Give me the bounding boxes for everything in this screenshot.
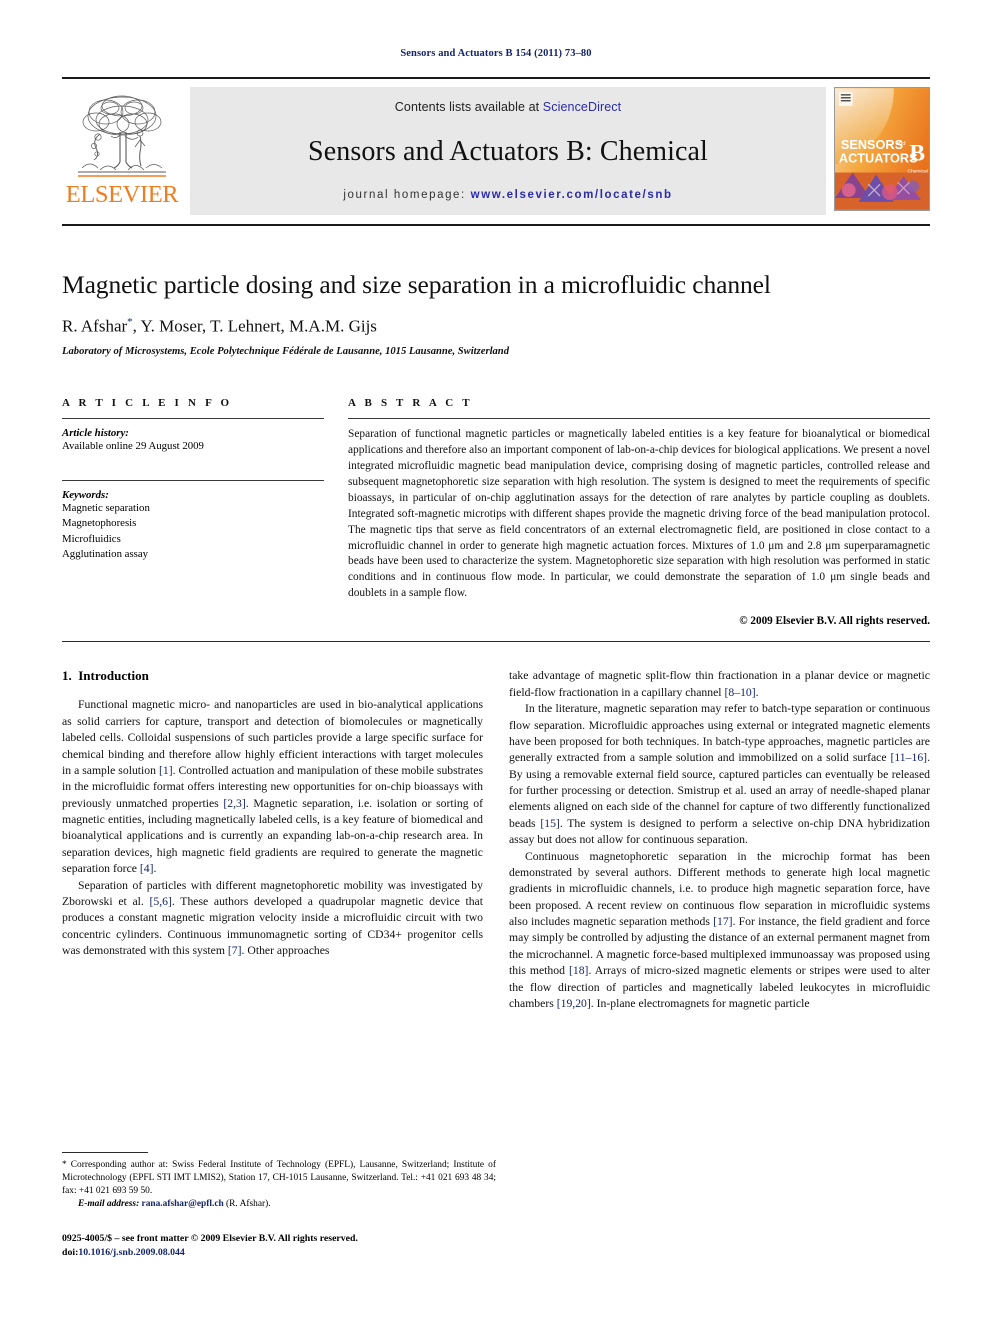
body-column-left: 1. Introduction Functional magnetic micr…: [62, 668, 483, 1012]
email-note: E-mail address: rana.afshar@epfl.ch (R. …: [62, 1199, 496, 1209]
article-history-value: Available online 29 August 2009: [62, 439, 204, 452]
journal-article-page: Sensors and Actuators B 154 (2011) 73–80: [0, 0, 992, 1323]
list-item: Magnetic separation: [62, 502, 150, 515]
contents-prefix: Contents lists available at: [394, 100, 543, 114]
masthead-bottom-rule: [62, 224, 930, 226]
abstract-bottom-rule: [62, 641, 930, 643]
journal-band: Contents lists available at ScienceDirec…: [190, 87, 826, 215]
cover-series-letter: B: [909, 141, 925, 167]
doi-line: doi:10.1016/j.snb.2009.08.044: [62, 1246, 502, 1260]
citation-link[interactable]: [19,20]: [557, 997, 591, 1010]
body-column-right: take advantage of magnetic split-flow th…: [509, 668, 930, 1012]
footnote-block: * Corresponding author at: Swiss Federal…: [62, 1152, 496, 1209]
paragraph-text: In the literature, magnetic separation m…: [509, 702, 930, 765]
list-item: Magnetophoresis: [62, 517, 137, 530]
article-info-heading: A R T I C L E I N F O: [62, 396, 233, 409]
article-info-column: A R T I C L E I N F O Article history: A…: [62, 397, 324, 628]
body-paragraph: take advantage of magnetic split-flow th…: [509, 668, 930, 701]
section-title-text: Introduction: [78, 668, 149, 684]
authors-remainder: , Y. Moser, T. Lehnert, M.A.M. Gijs: [132, 316, 377, 336]
cover-and-label: and: [896, 141, 906, 147]
cover-subtitle: Chemical: [907, 169, 927, 175]
cover-artwork: SENSORS and ACTUATORS B Chemical: [835, 88, 929, 210]
doi-label: doi:: [62, 1247, 79, 1259]
page-title: Magnetic particle dosing and size separa…: [62, 270, 771, 299]
article-info-rule-mid: [62, 480, 324, 482]
intro-right-paragraphs: take advantage of magnetic split-flow th…: [509, 668, 930, 1012]
list-item: Agglutination assay: [62, 548, 149, 561]
affiliation: Laboratory of Microsystems, Ecole Polyte…: [62, 345, 509, 357]
body-paragraph: Continuous magnetophoretic separation in…: [509, 849, 930, 1013]
paragraph-text: take advantage of magnetic split-flow th…: [509, 669, 930, 699]
cover-actuators-label: ACTUATORS: [839, 151, 918, 166]
issn-line: 0925-4005/$ – see front matter © 2009 El…: [62, 1233, 358, 1244]
email-link[interactable]: rana.afshar@epfl.ch: [142, 1199, 224, 1209]
issn-copyright-block: 0925-4005/$ – see front matter © 2009 El…: [62, 1232, 502, 1260]
elsevier-logo: ELSEVIER: [62, 87, 182, 215]
journal-masthead: ELSEVIER Contents lists available at Sci…: [62, 77, 930, 215]
title-block: Magnetic particle dosing and size separa…: [62, 270, 930, 357]
abstract-text: Separation of functional magnetic partic…: [348, 427, 930, 600]
keywords-label: Keywords:: [62, 489, 109, 502]
body-paragraph: Separation of particles with different m…: [62, 878, 483, 960]
abstract-rule: [348, 417, 930, 419]
citation-link[interactable]: [5,6]: [150, 895, 172, 908]
section-number: 1.: [62, 668, 72, 684]
journal-cover-thumbnail: SENSORS and ACTUATORS B Chemical: [834, 87, 930, 211]
paragraph-text: .: [755, 685, 759, 699]
homepage-prefix: journal homepage:: [343, 189, 471, 201]
body-paragraph: In the literature, magnetic separation m…: [509, 701, 930, 848]
citation-link[interactable]: [4]: [140, 862, 154, 875]
article-info-rule-top: [62, 417, 324, 419]
intro-left-paragraphs: Functional magnetic micro- and nanoparti…: [62, 697, 483, 959]
elsevier-tree-icon: [78, 95, 166, 177]
paragraph-text: . The system is designed to perform a se…: [509, 816, 930, 847]
running-head: Sensors and Actuators B 154 (2011) 73–80: [400, 48, 592, 59]
footnote-rule: [62, 1152, 148, 1153]
author-list: R. Afshar*, Y. Moser, T. Lehnert, M.A.M.…: [62, 316, 930, 337]
list-item: Microfluidics: [62, 532, 121, 545]
abstract-column: A B S T R A C T Separation of functional…: [348, 396, 930, 628]
citation-link[interactable]: [7]: [228, 944, 242, 957]
contents-list-line: Contents lists available at ScienceDirec…: [395, 100, 621, 114]
keywords-list: Magnetic separation Magnetophoresis Micr…: [62, 501, 324, 562]
journal-title: Sensors and Actuators B: Chemical: [308, 135, 708, 167]
citation-link[interactable]: [2,3]: [223, 797, 245, 810]
copyright-line: © 2009 Elsevier B.V. All rights reserved…: [739, 615, 930, 628]
body-paragraph: Functional magnetic micro- and nanoparti…: [62, 697, 483, 877]
corresponding-author-note: * Corresponding author at: Swiss Federal…: [62, 1160, 496, 1196]
citation-link[interactable]: [15]: [540, 817, 559, 830]
section-heading-introduction: 1. Introduction: [62, 668, 483, 684]
elsevier-wordmark: ELSEVIER: [65, 181, 179, 208]
journal-homepage-link[interactable]: www.elsevier.com/locate/snb: [471, 189, 673, 201]
email-owner: (R. Afshar).: [226, 1198, 271, 1209]
citation-link[interactable]: [11–16]: [891, 751, 928, 764]
email-label: E-mail address:: [78, 1198, 140, 1209]
citation-link[interactable]: [8–10]: [724, 686, 755, 699]
doi-link[interactable]: 10.1016/j.snb.2009.08.044: [78, 1247, 184, 1258]
paragraph-text: .: [153, 862, 157, 876]
citation-link[interactable]: [17]: [713, 915, 732, 928]
article-history-label: Article history:: [62, 426, 129, 439]
paragraph-text: . Other approaches: [241, 944, 330, 958]
paragraph-text: . In-plane electromagnets for magnetic p…: [590, 996, 810, 1010]
journal-homepage-line: journal homepage: www.elsevier.com/locat…: [343, 189, 672, 201]
abstract-heading: A B S T R A C T: [348, 396, 473, 409]
sciencedirect-link[interactable]: ScienceDirect: [543, 100, 621, 114]
info-abstract-row: A R T I C L E I N F O Article history: A…: [62, 396, 930, 628]
citation-link[interactable]: [18]: [569, 964, 588, 977]
citation-link[interactable]: [1]: [159, 764, 173, 777]
body-columns: 1. Introduction Functional magnetic micr…: [62, 668, 930, 1012]
author-corresponding: R. Afshar: [62, 316, 128, 336]
